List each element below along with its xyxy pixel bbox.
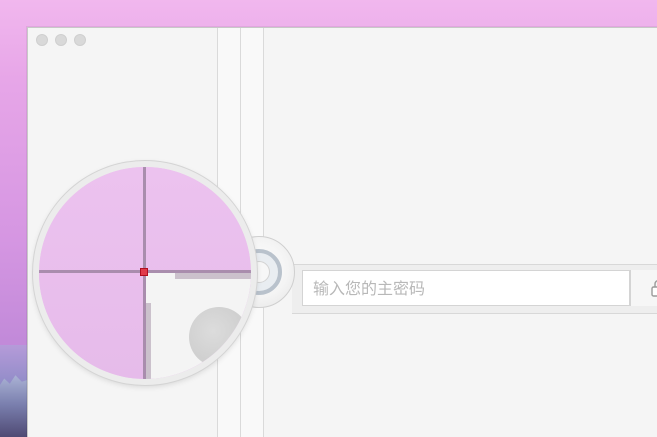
loupe-window-corner (145, 273, 175, 303)
traffic-lights (36, 34, 86, 46)
loupe-target-pixel (140, 268, 148, 276)
password-bar (292, 264, 657, 314)
close-icon[interactable] (36, 34, 48, 46)
wallpaper-mountain (0, 375, 28, 437)
zoom-icon[interactable] (74, 34, 86, 46)
magnifier-loupe (33, 161, 257, 385)
master-password-input[interactable] (302, 270, 630, 306)
sidebar-divider (263, 28, 264, 437)
minimize-icon[interactable] (55, 34, 67, 46)
lock-icon (651, 280, 657, 297)
loupe-magnified-control (189, 307, 249, 367)
lock-button[interactable] (630, 270, 657, 306)
desktop-background (0, 0, 657, 437)
